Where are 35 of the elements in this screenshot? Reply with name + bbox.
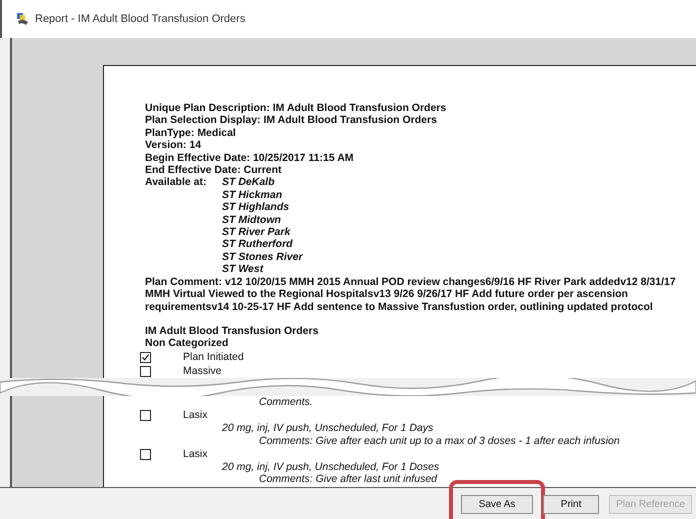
category-title: Non Categorized <box>145 337 230 350</box>
window-title: Report - IM Adult Blood Transfusion Orders <box>35 13 246 25</box>
order-comment: Comments: Give after last unit infused <box>258 473 438 486</box>
report-field: End Effective Date: Current <box>145 164 692 176</box>
plan-comment: Plan Comment: v12 10/20/15 MMH 2015 Annual POD review changes6/9/16 HF River Park addedv12 8/31/17 MMH Virtual Viewed to the Regional Hospitalsv13 9/26 9/26/17 HF Add future order per ascension requirementsv14 10-25-17 HF Add sentence to Massive Transfustion order, outlining updated protocol <box>145 276 677 313</box>
site-name: ST Rutherford <box>222 238 294 251</box>
order-name: Lasix <box>183 409 208 422</box>
order-comment: Comments: Give after each unit up to a max of 3 doses - 1 after each infusion <box>258 434 621 447</box>
report-field: PlanType: Medical <box>145 126 692 140</box>
site-name: ST River Park <box>222 226 292 238</box>
dialog-button[interactable]: Save As <box>461 494 534 514</box>
order-name: Massive <box>183 365 222 378</box>
checkbox[interactable] <box>140 410 151 422</box>
order-details: 20 mg, inj, IV push, Unscheduled, For 1 Days <box>221 422 434 435</box>
site-name: ST Hickman <box>222 188 284 202</box>
checkbox[interactable] <box>140 352 151 363</box>
dialog-button[interactable]: Print <box>543 494 600 514</box>
site-name: ST Midtown <box>222 214 282 226</box>
site-name: ST West <box>222 263 264 276</box>
section-title: IM Adult Blood Transfusion Orders <box>145 324 320 338</box>
available-label: Available at: <box>145 176 208 190</box>
report-field: Plan Selection Display: IM Adult Blood Transfusion Orders <box>145 114 692 127</box>
site-name: ST Highlands <box>222 201 290 214</box>
checkbox[interactable] <box>140 366 151 377</box>
site-name: ST Stones River <box>222 250 303 264</box>
comment-text: Comments. <box>258 396 314 408</box>
checkbox[interactable] <box>140 448 151 460</box>
report-field: Unique Plan Description: IM Adult Blood Transfusion Orders <box>145 102 692 114</box>
report-field: Begin Effective Date: 10/25/2017 11:15 AM <box>145 152 692 164</box>
order-name: Plan Initiated <box>183 351 244 364</box>
app-icon <box>16 12 30 26</box>
order-details: 20 mg, inj, IV push, Unscheduled, For 1 Doses <box>221 460 440 474</box>
report-field: Version: 14 <box>145 139 692 152</box>
site-name: ST DeKalb <box>222 176 276 189</box>
order-name: Lasix <box>183 448 208 461</box>
